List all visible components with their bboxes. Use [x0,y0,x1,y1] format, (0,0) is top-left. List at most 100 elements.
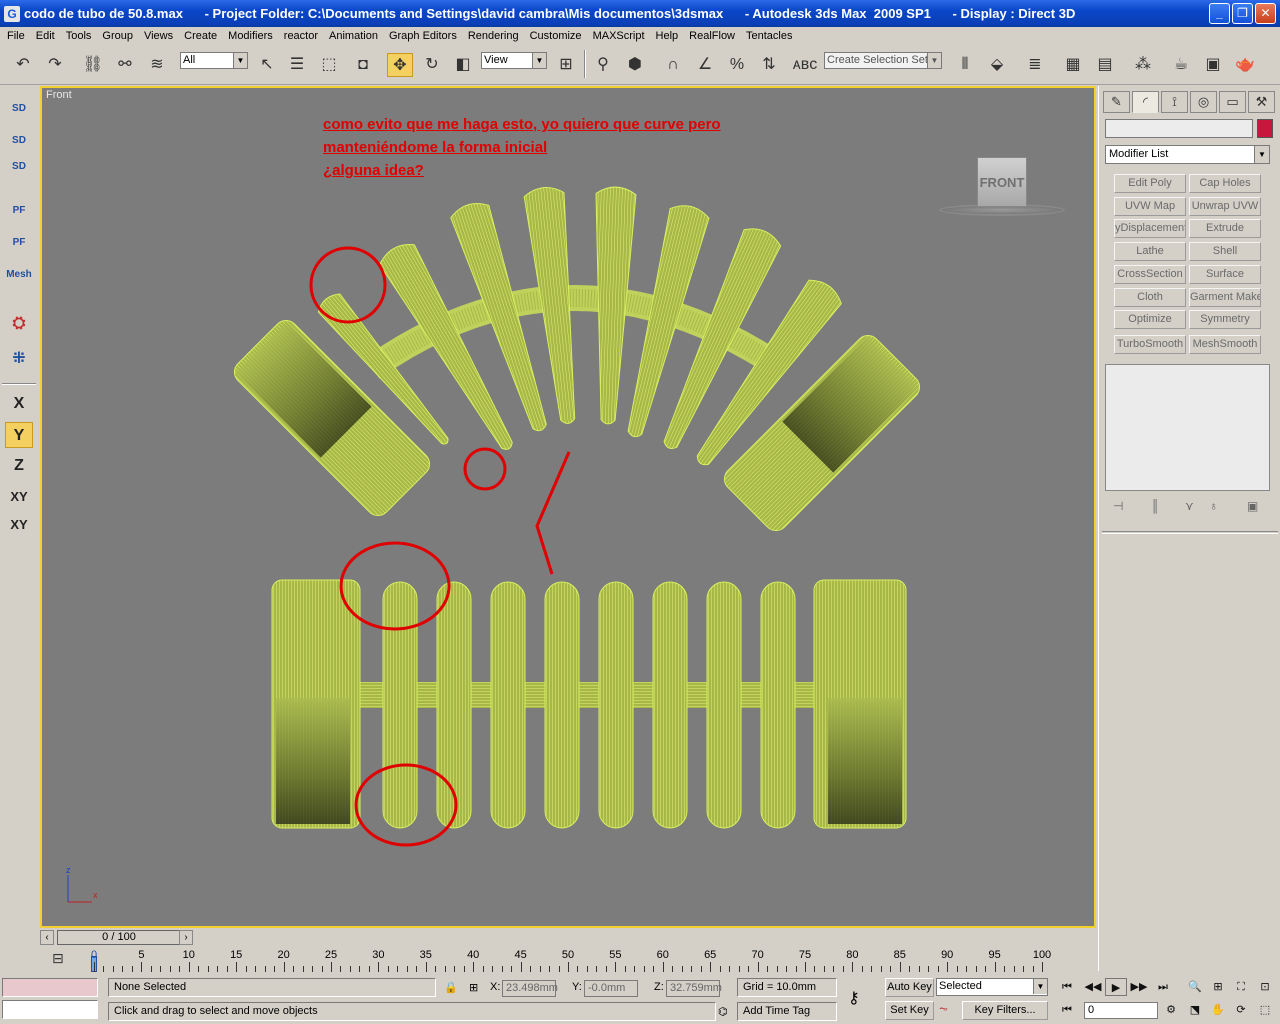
pan-view-icon[interactable]: ✋ [1207,1001,1229,1019]
sd-button-2[interactable]: SD [5,128,33,154]
uvw-map-button[interactable]: UVW Map [1114,197,1186,216]
pin-stack-icon[interactable]: ⊣ [1113,499,1123,513]
time-slider-thumb[interactable]: 0 / 100 [57,930,181,945]
edit-poly-button[interactable]: Edit Poly [1114,174,1186,193]
close-button[interactable]: ✕ [1255,3,1276,24]
maxscript-input-mini[interactable] [2,1000,98,1019]
meshsmooth-button[interactable]: MeshSmooth [1189,335,1261,354]
lathe-button[interactable]: Lathe [1114,242,1186,261]
turbosmooth-button[interactable]: TurboSmooth [1114,335,1186,354]
link-icon[interactable]: ⛓ [80,53,106,77]
axis-xy-cycle-button[interactable]: XY [5,512,33,538]
menu-group[interactable]: Group [97,30,139,42]
menu-edit[interactable]: Edit [31,30,61,42]
display-tab-icon[interactable]: ▭ [1219,91,1246,113]
add-time-tag-button[interactable]: Add Time Tag [737,1002,837,1021]
crosssection-button[interactable]: CrossSection [1114,265,1186,284]
lock-selection-icon[interactable]: 🔒 [444,981,458,994]
configure-modifier-sets-icon[interactable]: ▣ [1247,499,1258,513]
add-time-tag-icon[interactable]: ⌬ [718,1005,728,1018]
create-tab-icon[interactable]: ✎ [1103,91,1130,113]
key-mode-toggle-icon[interactable]: ⏮ [1056,1001,1078,1019]
menu-file[interactable]: File [2,30,31,42]
surface-button[interactable]: Surface [1189,265,1261,284]
current-frame-field[interactable]: 0 [1084,1002,1158,1019]
zoom-all-icon[interactable]: ⊞ [1207,978,1229,996]
angle-snap-icon[interactable]: ∠ [692,53,718,77]
object-color-swatch[interactable] [1257,119,1273,138]
maxscript-listener-mini[interactable] [2,978,98,997]
menu-create[interactable]: Create [179,30,223,42]
sd-button-3[interactable]: SD [5,154,33,180]
percent-snap-icon[interactable]: % [724,53,750,77]
y-coord-field[interactable]: -0.0mm [584,980,638,997]
material-editor-icon[interactable]: ⁂ [1130,53,1156,77]
axis-x-button[interactable]: X [5,391,33,417]
garment-maker-button[interactable]: Garment Make [1189,288,1261,307]
spinner-snap-icon[interactable]: ⇅ [756,53,782,77]
zoom-extents-all-icon[interactable]: ⊡ [1254,978,1276,996]
time-prev-arrow-icon[interactable]: ‹ [40,930,54,945]
play-icon[interactable]: ▶ [1105,978,1127,996]
menu-views[interactable]: Views [139,30,179,42]
straight-pipe-object[interactable] [271,579,907,829]
menu-customize[interactable]: Customize [525,30,588,42]
motion-tab-icon[interactable]: ◎ [1190,91,1217,113]
make-unique-icon[interactable]: ⋎ [1185,499,1194,513]
absolute-mode-icon[interactable]: ⊞ [469,981,478,994]
field-of-view-icon[interactable]: ⬔ [1184,1001,1206,1019]
viewcube[interactable]: FRONT [977,157,1027,207]
undo-icon[interactable]: ↶ [10,53,36,77]
schematic-view-icon[interactable]: ▤ [1092,53,1118,77]
menu-graph-editors[interactable]: Graph Editors [384,30,463,42]
orbit-icon[interactable]: ⟳ [1230,1001,1252,1019]
z-coord-field[interactable]: 32.759mm [666,980,722,997]
key-filters-button[interactable]: Key Filters... [962,1001,1048,1020]
extrude-button[interactable]: Extrude [1189,219,1261,238]
axis-z-button[interactable]: Z [5,453,33,479]
selection-filter-dropdown[interactable]: All ▼ [180,52,248,69]
menu-tentacles[interactable]: Tentacles [741,30,798,42]
rendered-frame-icon[interactable]: ▣ [1200,53,1226,77]
next-frame-icon[interactable]: ▶▶ [1128,978,1150,996]
axis-xy-button[interactable]: XY [5,484,33,510]
cloth-button[interactable]: Cloth [1114,288,1186,307]
keyboard-shortcut-icon[interactable]: ⬢ [622,53,648,77]
select-and-move-icon[interactable]: ✥ [387,53,413,77]
lift-icon[interactable]: ⛭ [5,311,33,337]
unwrap-uvw-button[interactable]: Unwrap UVW [1189,197,1261,216]
symmetry-button[interactable]: Symmetry [1189,310,1261,329]
restore-button[interactable]: ❐ [1232,3,1253,24]
shell-button[interactable]: Shell [1189,242,1261,261]
sd-button-1[interactable]: SD [5,96,33,122]
key-mode-dropdown[interactable]: Selected ▼ [936,978,1048,996]
select-and-rotate-icon[interactable]: ↻ [419,53,445,77]
bent-pipe-object[interactable] [229,186,924,536]
pf-button-1[interactable]: PF [5,198,33,224]
modify-tab-icon[interactable]: ◜ [1132,91,1159,113]
app-icon[interactable]: G [4,5,20,22]
optimize-button[interactable]: Optimize [1114,310,1186,329]
displacement-button[interactable]: yDisplacement [1114,219,1186,238]
x-coord-field[interactable]: 23.498mm [502,980,558,997]
set-key-mode-key-icon[interactable]: ⚷ [848,988,860,1008]
time-next-arrow-icon[interactable]: › [179,930,193,945]
pivot-center-icon[interactable]: ⊞ [553,53,579,77]
zoom-icon[interactable]: 🔍 [1184,978,1206,996]
manipulate-icon[interactable]: ⚲ [590,53,616,77]
snaps-toggle-icon[interactable]: ∩ [660,53,686,77]
mirror-icon[interactable]: ⫴ [952,53,978,77]
mini-curve-editor-icon[interactable]: ⊟ [52,950,64,967]
remove-modifier-icon[interactable]: ♁ [1209,499,1218,513]
menu-help[interactable]: Help [651,30,685,42]
rectangular-selection-icon[interactable]: ⬚ [316,53,342,77]
front-viewport[interactable]: Front como evito que me haga esto, yo qu… [40,86,1096,928]
maximize-viewport-icon[interactable]: ⬚ [1254,1001,1276,1019]
bind-spacewarp-icon[interactable]: ≋ [144,53,170,77]
menu-modifiers[interactable]: Modifiers [223,30,279,42]
redo-icon[interactable]: ↷ [42,53,68,77]
mesh-button[interactable]: Mesh [5,262,33,288]
menu-tools[interactable]: Tools [61,30,98,42]
trackbar[interactable]: ⊟ 0 5 10 15 20 25 30 35 40 45 50 55 60 65 70 75 80 85 90 95… [40,948,1096,972]
object-name-field[interactable] [1105,119,1253,138]
